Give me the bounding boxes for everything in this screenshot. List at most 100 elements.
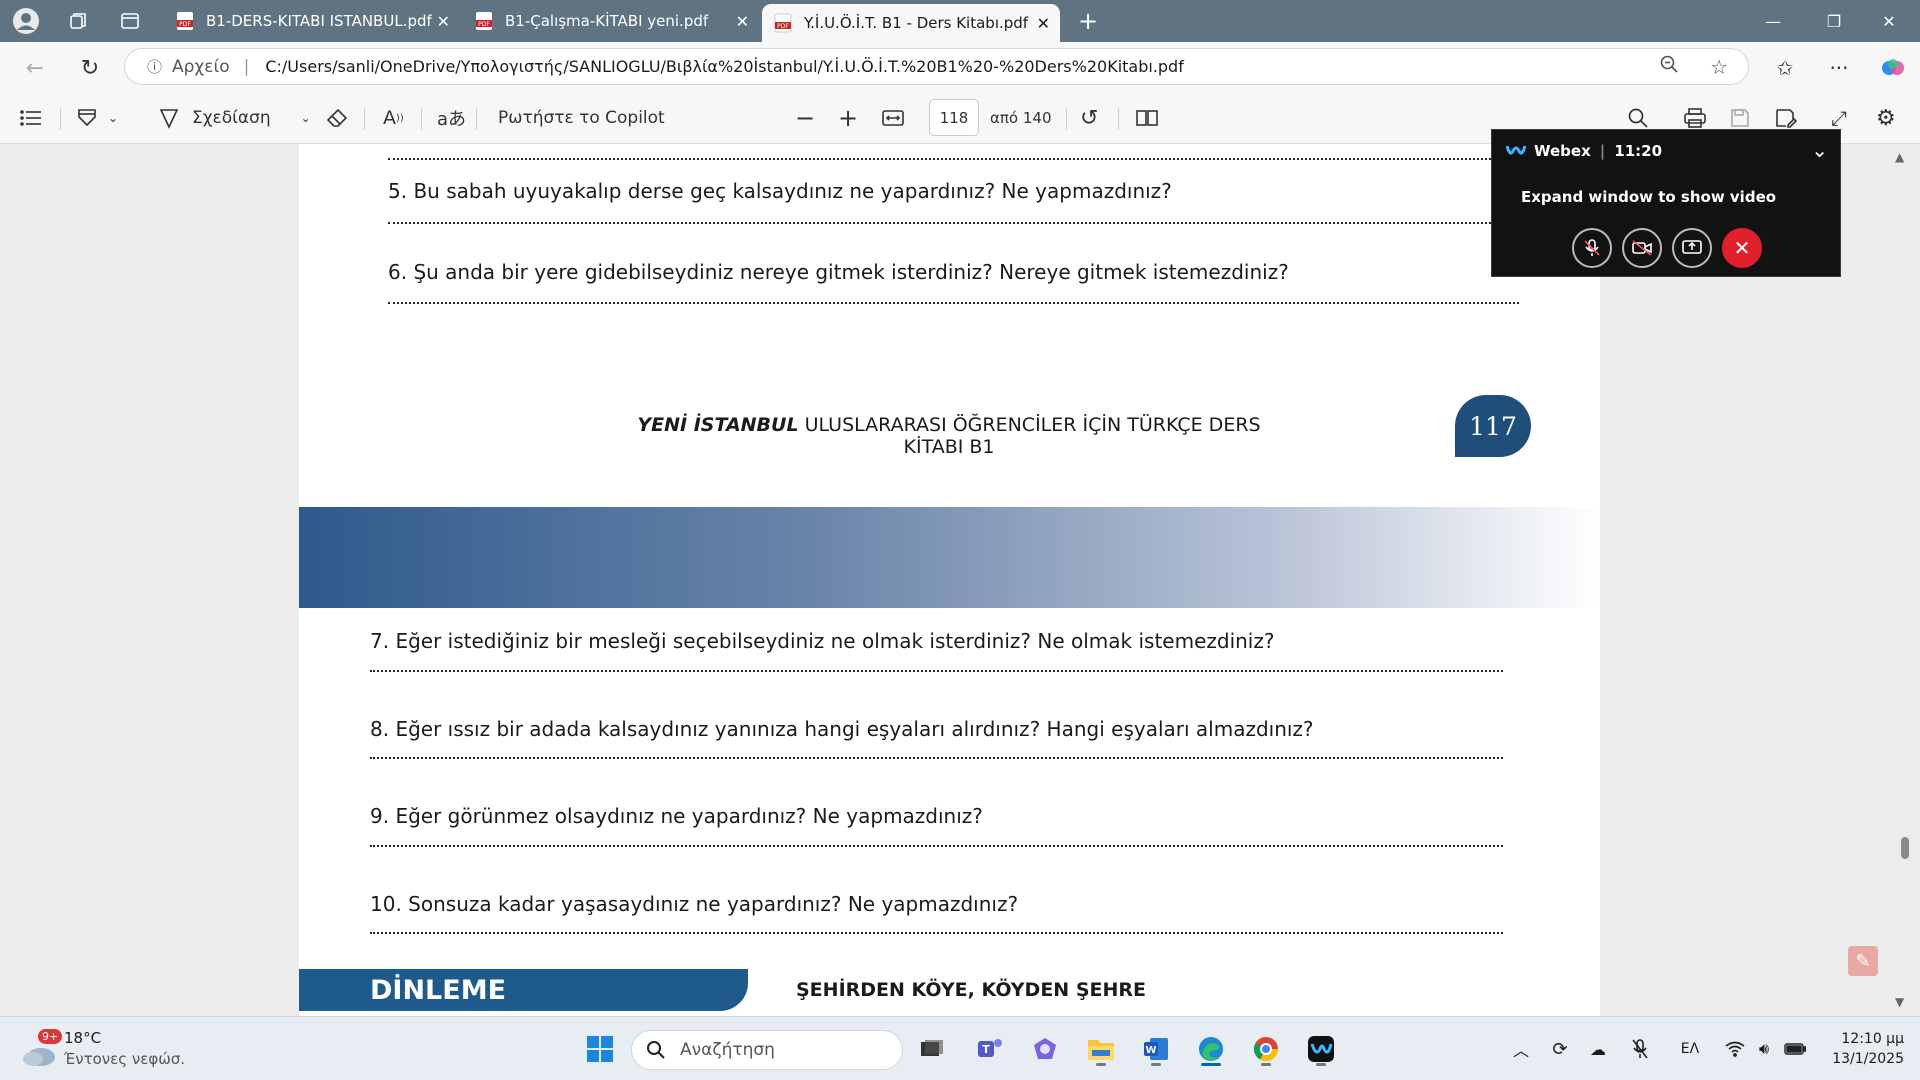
- restore-icon[interactable]: ❐: [1806, 0, 1862, 42]
- read-aloud-icon[interactable]: A)): [383, 92, 404, 144]
- webex-mini-window[interactable]: Webex | 11:20 ⌄ Expand window to show vi…: [1491, 129, 1841, 277]
- page-number-badge: 117: [1455, 395, 1531, 457]
- share-screen-icon[interactable]: [1672, 228, 1712, 268]
- page-view-icon[interactable]: [1136, 92, 1158, 144]
- mute-mic-icon[interactable]: [1572, 228, 1612, 268]
- rotate-icon[interactable]: ↺: [1080, 92, 1098, 144]
- page-header-banner: [299, 507, 1600, 608]
- webex-app-icon[interactable]: [1301, 1029, 1341, 1069]
- clock[interactable]: 12:10 μμ 13/1/2025: [1820, 1029, 1904, 1069]
- eraser-icon[interactable]: [326, 92, 348, 144]
- page-number-input[interactable]: 118: [929, 99, 979, 136]
- refresh-icon[interactable]: ↻: [73, 51, 107, 85]
- highlight-icon[interactable]: ⌄: [76, 92, 118, 144]
- input-language[interactable]: ΕΛ: [1672, 1035, 1708, 1063]
- webex-header: Webex | 11:20: [1506, 142, 1662, 160]
- close-tab-icon[interactable]: ✕: [736, 12, 749, 31]
- fit-width-icon[interactable]: [882, 92, 904, 144]
- question-10: 10. Sonsuza kadar yaşasaydınız ne yapard…: [370, 892, 1019, 916]
- chevron-down-icon[interactable]: ⌄: [301, 111, 311, 125]
- end-call-icon[interactable]: ✕: [1722, 228, 1762, 268]
- address-url[interactable]: C:/Users/sanli/OneDrive/Υπολογιστής/SANL…: [265, 57, 1184, 76]
- close-tab-icon[interactable]: ✕: [437, 12, 450, 31]
- tab-calisma-kitabi[interactable]: PDF B1-Çalışma-KİTABI yeni.pdf ✕: [463, 0, 759, 42]
- tab-title: B1-Çalışma-KİTABI yeni.pdf: [505, 12, 709, 30]
- word-icon[interactable]: W: [1136, 1029, 1176, 1069]
- zoom-out-icon[interactable]: −: [795, 92, 815, 144]
- question-6: 6. Şu anda bir yere gidebilseydiniz nere…: [388, 260, 1289, 284]
- tab-yiuoit-b1-ders-kitabi[interactable]: PDF Y.İ.U.Ö.İ.T. B1 - Ders Kitabı.pdf ✕: [762, 4, 1060, 42]
- volume-icon[interactable]: 🔊︎: [1752, 1035, 1776, 1063]
- teams-icon[interactable]: T: [970, 1029, 1010, 1069]
- answer-line: [388, 302, 1519, 304]
- copilot-app-icon[interactable]: [1025, 1029, 1065, 1069]
- webex-expand-message: Expand window to show video: [1521, 188, 1777, 206]
- draw-button[interactable]: Σχεδίαση ⌄: [158, 92, 311, 144]
- workspaces-icon[interactable]: [62, 5, 94, 37]
- profile-icon[interactable]: [10, 5, 42, 37]
- close-window-icon[interactable]: ✕: [1861, 0, 1917, 42]
- chrome-icon[interactable]: [1246, 1029, 1286, 1069]
- zoom-in-icon[interactable]: +: [838, 92, 858, 144]
- scroll-down-arrow-icon[interactable]: ▼: [1895, 995, 1904, 1009]
- tab-actions-icon[interactable]: [114, 5, 146, 37]
- stop-video-icon[interactable]: [1622, 228, 1662, 268]
- network-drive-icon[interactable]: ☁: [1586, 1035, 1610, 1063]
- new-tab-icon[interactable]: +: [1072, 5, 1104, 37]
- info-icon[interactable]: ⓘ: [147, 56, 162, 77]
- back-icon[interactable]: ←: [18, 51, 52, 85]
- svg-text:T: T: [982, 1043, 990, 1056]
- answer-line: [370, 670, 1503, 672]
- battery-icon[interactable]: [1782, 1035, 1808, 1063]
- page-total-label: από 140: [990, 109, 1052, 127]
- pdf-file-icon: PDF: [774, 13, 792, 33]
- settings-gear-icon[interactable]: ⚙: [1876, 92, 1896, 144]
- weather-alert-badge: 9+: [38, 1029, 63, 1044]
- answer-line: [370, 757, 1503, 759]
- tab-strip: PDF B1-DERS-KITABI ISTANBUL.pdf ✕ PDF B1…: [0, 0, 1920, 42]
- windows-taskbar: 9+ 18°C Έντονες νεφώσ. Αναζήτηση T W ︿ ⟳…: [0, 1016, 1920, 1080]
- zoom-icon[interactable]: [1660, 55, 1678, 78]
- ask-copilot-button[interactable]: Ρωτήστε το Copilot: [498, 92, 665, 144]
- file-explorer-icon[interactable]: [1081, 1029, 1121, 1069]
- close-tab-icon[interactable]: ✕: [1037, 14, 1050, 33]
- contents-icon[interactable]: [20, 92, 42, 144]
- copilot-icon[interactable]: [1876, 51, 1910, 85]
- svg-text:PDF: PDF: [179, 21, 191, 28]
- draw-label: Σχεδίαση: [192, 108, 271, 128]
- minimize-icon[interactable]: —: [1745, 0, 1801, 42]
- sync-icon[interactable]: ⟳: [1548, 1035, 1572, 1063]
- book-footer-title: YENİ İSTANBUL ULUSLARARASI ÖĞRENCİLER İÇ…: [637, 414, 1261, 458]
- more-menu-icon[interactable]: ···: [1822, 51, 1856, 85]
- webex-call-timer: 11:20: [1614, 142, 1663, 160]
- translate-icon[interactable]: aあ: [437, 92, 466, 144]
- scroll-up-arrow-icon[interactable]: ▲: [1895, 150, 1904, 164]
- svg-text:W: W: [1145, 1045, 1156, 1056]
- favorite-star-icon[interactable]: ☆: [1710, 55, 1728, 79]
- show-hidden-icons-chevron-icon[interactable]: ︿: [1510, 1035, 1532, 1063]
- chevron-down-icon[interactable]: ⌄: [108, 111, 118, 125]
- weather-widget[interactable]: 9+ 18°C Έντονες νεφώσ.: [18, 1027, 188, 1073]
- favorites-icon[interactable]: ✩: [1768, 51, 1802, 85]
- mic-muted-icon[interactable]: [1628, 1035, 1652, 1063]
- task-view-icon[interactable]: [912, 1029, 952, 1069]
- weather-description: Έντονες νεφώσ.: [64, 1050, 186, 1068]
- edge-browser-icon[interactable]: [1191, 1029, 1231, 1069]
- webex-app-name: Webex: [1534, 142, 1591, 160]
- webex-collapse-chevron-icon[interactable]: ⌄: [1811, 138, 1828, 162]
- wifi-icon[interactable]: [1723, 1035, 1747, 1063]
- answer-line: [388, 158, 1519, 160]
- tab-ders-kitabi-istanbul[interactable]: PDF B1-DERS-KITABI ISTANBUL.pdf ✕: [164, 0, 460, 42]
- tab-title: B1-DERS-KITABI ISTANBUL.pdf: [206, 12, 432, 30]
- webex-logo-icon: [1506, 145, 1526, 155]
- scrollbar-thumb[interactable]: [1901, 837, 1909, 859]
- acrobat-icon[interactable]: ✎: [1848, 946, 1878, 976]
- question-8: 8. Eğer ıssız bir adada kalsaydınız yanı…: [370, 717, 1314, 741]
- start-windows-icon[interactable]: [580, 1029, 620, 1069]
- answer-line: [370, 932, 1503, 934]
- address-bar[interactable]: ⓘ Αρχείο | C:/Users/sanli/OneDrive/Υπολο…: [124, 48, 1749, 85]
- address-row: ← ↻ ⓘ Αρχείο | C:/Users/sanli/OneDrive/Υ…: [0, 42, 1920, 92]
- search-placeholder: Αναζήτηση: [680, 1040, 775, 1060]
- address-source-label: Αρχείο: [172, 56, 230, 77]
- taskbar-search-input[interactable]: Αναζήτηση: [631, 1030, 903, 1070]
